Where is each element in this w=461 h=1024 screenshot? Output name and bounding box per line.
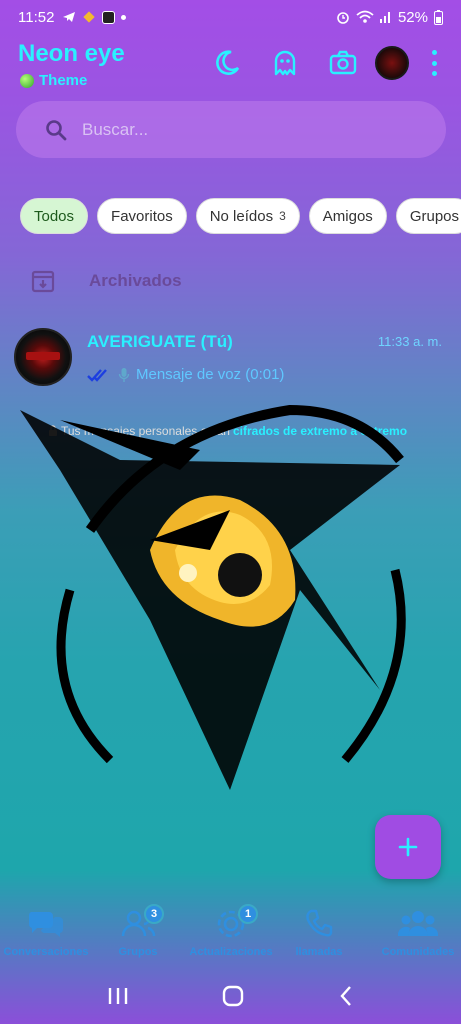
search-bar[interactable] [16,101,446,158]
chip-todos[interactable]: Todos [20,198,89,234]
back-icon[interactable] [338,985,354,1007]
nav-label: Grupos [118,946,158,958]
chat-avatar[interactable] [14,328,72,386]
nav-badge: 1 [238,904,258,924]
archived-row[interactable]: Archivados [30,268,182,294]
theme-selector[interactable]: Theme [20,72,87,89]
app-icon [102,10,116,24]
wifi-icon [356,10,374,23]
status-time: 11:52 [18,8,55,26]
battery-percent: 52% [397,8,428,26]
home-icon[interactable] [222,985,244,1007]
chip-label: Favoritos [111,207,173,225]
chip-label: Todos [34,207,75,225]
nav-label: llamadas [295,946,343,958]
chat-preview: Mensaje de voz (0:01) [86,366,284,383]
nav-label: Comunidades [381,946,455,958]
archived-label: Archivados [89,271,182,290]
chip-no-leidos[interactable]: No leídos 3 [195,198,300,234]
nav-conversaciones[interactable]: Conversaciones [2,908,90,958]
chip-count: 3 [279,209,286,223]
ghost-icon[interactable] [270,48,300,78]
telegram-icon [63,12,76,22]
status-right: 52% [336,9,443,26]
nav-comunidades[interactable]: Comunidades [378,908,458,958]
chat-name: AVERIGUATE (Tú) [87,332,233,351]
nav-actualizaciones[interactable]: 1 Actualizaciones [186,904,276,958]
chat-bubbles-icon [28,912,64,937]
recent-apps-icon[interactable] [107,986,129,1006]
archive-icon [31,270,55,293]
more-options-icon[interactable] [428,50,440,76]
theme-label: Theme [39,72,88,89]
app-title: Neon eye [18,40,125,67]
more-notifications-dot [121,14,127,20]
microphone-icon [118,367,130,382]
chip-label: Amigos [322,207,373,225]
nav-llamadas[interactable]: llamadas [292,908,346,958]
chat-item[interactable]: AVERIGUATE (Tú) 11:33 a. m. Mensaje de v… [14,328,444,388]
chat-time: 11:33 a. m. [377,334,442,349]
plus-icon [398,837,418,857]
profile-avatar[interactable] [375,46,409,80]
theme-dot-icon [20,73,34,88]
search-input[interactable] [82,119,382,140]
nav-label: Actualizaciones [189,946,273,958]
phone-icon [306,909,333,937]
moon-icon[interactable] [212,48,242,78]
double-check-icon [87,368,107,382]
nav-grupos[interactable]: 3 Grupos [112,904,164,958]
alarm-icon [337,12,349,24]
nav-badge: 3 [144,904,164,924]
chip-amigos[interactable]: Amigos [308,198,387,234]
notification-icons [62,10,127,24]
status-bar: 11:52 52% [0,0,461,34]
signal-icon [379,12,390,23]
camera-icon[interactable] [328,48,358,78]
binance-icon [83,11,96,23]
chip-label: No leídos [209,207,274,225]
communities-icon [397,911,439,936]
system-navigation [0,968,461,1024]
chip-favoritos[interactable]: Favoritos [97,198,187,234]
chip-label: Grupos [409,207,460,225]
chat-preview-text: Mensaje de voz (0:01) [136,366,285,383]
new-chat-button[interactable] [375,815,441,879]
battery-icon [434,9,443,25]
filter-chips: Todos Favoritos No leídos 3 Amigos Grupos [20,198,461,234]
app-header: Neon eye Theme [0,38,461,98]
nav-label: Conversaciones [3,946,89,958]
search-icon [46,119,67,140]
neon-eye-logo [20,404,406,790]
bottom-navigation: Conversaciones 3 Grupos 1 Actualizacione… [0,900,461,966]
chip-grupos[interactable]: Grupos [395,198,461,234]
